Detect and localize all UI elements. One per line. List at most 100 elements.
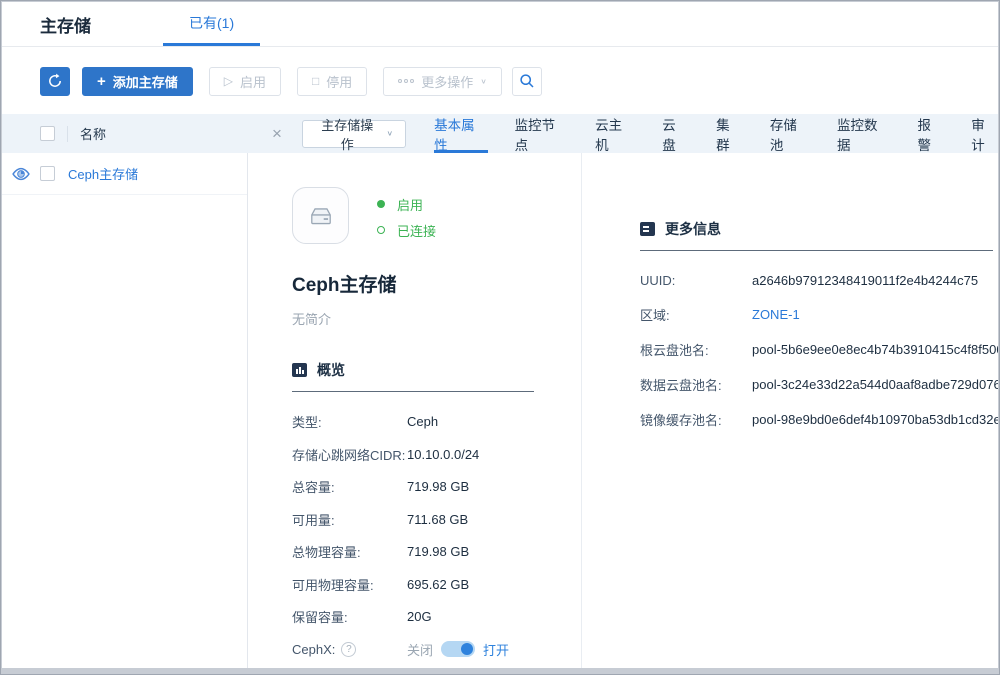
app-content: 主存储 已有(1) + 添加主存储 ▷ 启用 □ 停用: [2, 2, 998, 668]
status-enabled-label: 启用: [397, 195, 423, 214]
field-row-zone: 区域: ZONE-1: [640, 305, 993, 324]
field-label: 区域:: [640, 305, 752, 324]
field-value: 20G: [407, 609, 432, 624]
column-divider: [67, 126, 68, 142]
tab-existing-label: 已有(1): [189, 13, 234, 33]
field-row-available-physical-capacity: 可用物理容量: 695.62 GB: [292, 575, 581, 594]
row-checkbox[interactable]: [40, 166, 55, 181]
field-value: pool-3c24e33d22a544d0aaf8adbe729d0760: [752, 377, 998, 392]
status-block: 启用 已连接: [377, 187, 436, 244]
field-value: 695.62 GB: [407, 577, 469, 592]
list-item[interactable]: Ceph主存储: [2, 153, 247, 195]
search-icon: [519, 73, 535, 89]
field-value: 711.68 GB: [407, 512, 468, 527]
section-divider: [640, 250, 993, 251]
section-divider: [292, 391, 534, 392]
field-value: 10.10.0.0/24: [407, 447, 479, 462]
name-column-header: 名称: [80, 124, 106, 143]
status-ring-icon: [377, 226, 385, 234]
storage-actions-button[interactable]: 主存储操作 ∨: [302, 120, 406, 148]
identity-block: 启用 已连接: [292, 187, 581, 244]
page-header: 主存储 已有(1): [2, 2, 998, 47]
primary-storage-icon: [292, 187, 349, 244]
field-value: a2646b97912348419011f2e4b4244c75: [752, 273, 978, 288]
list-header: 名称: [2, 114, 248, 153]
field-label: 总容量:: [292, 477, 407, 496]
field-value: 719.98 GB: [407, 544, 469, 559]
tab-alerts[interactable]: 报警: [918, 114, 945, 153]
field-label: 保留容量:: [292, 607, 407, 626]
band: 名称 × 主存储操作 ∨ 基本属性 监控节点 云主机 云盘 集群 存储池 监控数…: [2, 114, 998, 153]
overview-column: 启用 已连接 Ceph主存储 无简介 概览: [248, 153, 582, 668]
field-row-total-physical-capacity: 总物理容量: 719.98 GB: [292, 542, 581, 561]
app-window: 主存储 已有(1) + 添加主存储 ▷ 启用 □ 停用: [0, 0, 1000, 675]
field-label: 类型:: [292, 412, 407, 431]
status-enabled-line: 启用: [377, 191, 436, 217]
zone-link[interactable]: ZONE-1: [752, 307, 800, 322]
status-connected-line: 已连接: [377, 217, 436, 243]
search-button[interactable]: [512, 67, 542, 96]
toggle-off-label: 关闭: [407, 640, 433, 659]
field-label: 可用量:: [292, 510, 407, 529]
field-value: Ceph: [407, 414, 438, 429]
field-row-cephx: CephX: ? 关闭 打开: [292, 640, 581, 659]
more-info-list-icon: [640, 222, 655, 236]
page-title: 主存储: [40, 12, 91, 37]
tab-clusters[interactable]: 集群: [716, 114, 743, 153]
tab-volumes[interactable]: 云盘: [662, 114, 689, 153]
help-icon[interactable]: ?: [341, 642, 356, 657]
more-actions-button[interactable]: 更多操作 ∨: [383, 67, 502, 96]
overview-heading-label: 概览: [317, 360, 345, 380]
field-row-available-capacity: 可用量: 711.68 GB: [292, 510, 581, 529]
field-label: UUID:: [640, 273, 752, 288]
detail-panel: 启用 已连接 Ceph主存储 无简介 概览: [248, 153, 998, 668]
field-label: 镜像缓存池名:: [640, 410, 752, 429]
disable-label: 停用: [326, 72, 352, 91]
cephx-toggle[interactable]: [441, 641, 475, 657]
more-info-fields: UUID: a2646b97912348419011f2e4b4244c75 区…: [640, 271, 993, 429]
field-row-image-cache-pool: 镜像缓存池名: pool-98e9bd0e6def4b10970ba53db1c…: [640, 410, 993, 429]
tab-basic-properties[interactable]: 基本属性: [434, 114, 488, 153]
stop-icon: □: [312, 75, 319, 87]
field-label: 数据云盘池名:: [640, 375, 752, 394]
chevron-down-icon: ∨: [480, 77, 487, 86]
tab-existing[interactable]: 已有(1): [163, 2, 260, 46]
storage-actions-label: 主存储操作: [315, 115, 380, 153]
more-info-heading-label: 更多信息: [665, 219, 721, 239]
enable-button[interactable]: ▷ 启用: [209, 67, 281, 96]
field-label: 存储心跳网络CIDR:: [292, 445, 407, 464]
refresh-button[interactable]: [40, 67, 70, 96]
add-primary-storage-button[interactable]: + 添加主存储: [82, 67, 193, 96]
toggle-on-label: 打开: [483, 640, 509, 659]
field-row-uuid: UUID: a2646b97912348419011f2e4b4244c75: [640, 271, 993, 289]
field-value: pool-98e9bd0e6def4b10970ba53db1cd32ec: [752, 412, 998, 427]
tab-monitor-nodes[interactable]: 监控节点: [515, 114, 569, 153]
overview-chart-icon: [292, 363, 307, 377]
resource-description: 无简介: [292, 309, 581, 328]
tab-monitoring-data[interactable]: 监控数据: [837, 114, 891, 153]
more-info-column: 更多信息 UUID: a2646b97912348419011f2e4b4244…: [582, 153, 998, 668]
status-connected-label: 已连接: [397, 221, 436, 240]
field-label: 总物理容量:: [292, 542, 407, 561]
tab-audit[interactable]: 审计: [971, 114, 998, 153]
toolbar: + 添加主存储 ▷ 启用 □ 停用 更多操作 ∨: [2, 48, 998, 114]
field-label: 可用物理容量:: [292, 575, 407, 594]
field-row-total-capacity: 总容量: 719.98 GB: [292, 477, 581, 496]
overview-fields: 类型: Ceph 存储心跳网络CIDR: 10.10.0.0/24 总容量: 7…: [292, 412, 581, 668]
cephx-toggle-group: 关闭 打开: [407, 640, 509, 659]
close-icon[interactable]: ×: [268, 125, 286, 142]
add-primary-storage-label: 添加主存储: [113, 72, 178, 91]
eye-icon: [11, 167, 31, 181]
ellipsis-icon: [398, 79, 414, 83]
disable-button[interactable]: □ 停用: [297, 67, 367, 96]
toggle-knob: [461, 643, 473, 655]
field-row-type: 类型: Ceph: [292, 412, 581, 431]
storage-name-link[interactable]: Ceph主存储: [68, 164, 138, 183]
select-all-checkbox[interactable]: [40, 126, 55, 141]
tab-storage-pools[interactable]: 存储池: [770, 114, 810, 153]
field-row-reserved-capacity: 保留容量: 20G: [292, 607, 581, 626]
storage-list-panel: Ceph主存储: [2, 153, 248, 668]
field-label: 根云盘池名:: [640, 340, 752, 359]
resource-title: Ceph主存储: [292, 270, 581, 297]
tab-vm-instances[interactable]: 云主机: [595, 114, 635, 153]
